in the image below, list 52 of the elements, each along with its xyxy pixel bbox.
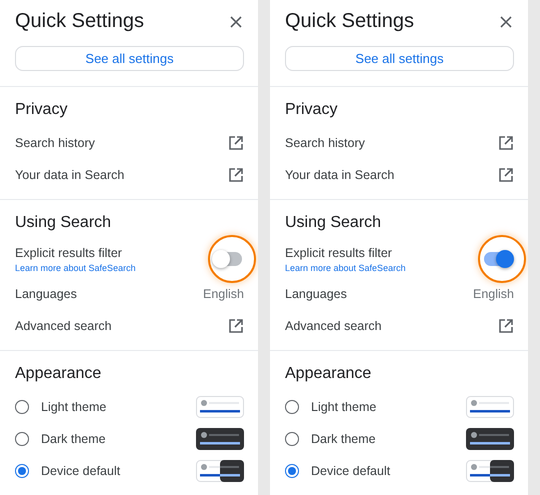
device-theme-preview [466, 460, 514, 482]
panel-title: Quick Settings [285, 10, 414, 33]
radio-button[interactable] [285, 432, 299, 446]
external-link-icon[interactable] [228, 135, 244, 151]
external-link-icon[interactable] [228, 167, 244, 183]
radio-button[interactable] [15, 464, 29, 478]
section-heading: Using Search [15, 214, 112, 232]
setting-label: Your data in Search [285, 168, 394, 182]
see-all-settings-button[interactable]: See all settings [15, 46, 244, 71]
external-link-icon[interactable] [228, 318, 244, 334]
section-heading: Privacy [15, 101, 68, 119]
radio-label: Light theme [41, 400, 106, 414]
setting-label: Search history [15, 136, 95, 150]
setting-label: Search history [285, 136, 365, 150]
section-heading: Appearance [15, 365, 102, 383]
setting-value: English [203, 287, 244, 301]
device-theme-preview [196, 460, 244, 482]
external-link-icon[interactable] [498, 318, 514, 334]
radio-label: Dark theme [41, 432, 106, 446]
setting-value: English [473, 287, 514, 301]
section-heading: Privacy [285, 101, 338, 119]
radio-button[interactable] [15, 432, 29, 446]
light-theme-preview [466, 396, 514, 418]
radio-button[interactable] [285, 400, 299, 414]
section-heading: Using Search [285, 214, 382, 232]
see-all-settings-button[interactable]: See all settings [285, 46, 514, 71]
dark-theme-preview [196, 428, 244, 450]
light-theme-preview [196, 396, 244, 418]
toggle-switch[interactable] [484, 252, 512, 266]
section-heading: Appearance [285, 365, 372, 383]
setting-label: Advanced search [285, 319, 382, 333]
setting-label: Languages [285, 287, 347, 301]
external-link-icon[interactable] [498, 167, 514, 183]
radio-button[interactable] [285, 464, 299, 478]
radio-button[interactable] [15, 400, 29, 414]
setting-label: Explicit results filter [285, 246, 393, 260]
radio-label: Device default [311, 464, 390, 478]
radio-label: Light theme [311, 400, 376, 414]
setting-label: Your data in Search [15, 168, 124, 182]
learn-more-link[interactable]: Learn more about SafeSearch [15, 262, 136, 272]
panel-title: Quick Settings [15, 10, 144, 33]
learn-more-link[interactable]: Learn more about SafeSearch [285, 262, 406, 272]
toggle-switch[interactable] [214, 252, 242, 266]
setting-label: Languages [15, 287, 77, 301]
close-icon[interactable] [228, 14, 244, 30]
external-link-icon[interactable] [498, 135, 514, 151]
radio-label: Dark theme [311, 432, 376, 446]
setting-label: Explicit results filter [15, 246, 123, 260]
dark-theme-preview [466, 428, 514, 450]
setting-label: Advanced search [15, 319, 112, 333]
close-icon[interactable] [498, 14, 514, 30]
radio-label: Device default [41, 464, 120, 478]
